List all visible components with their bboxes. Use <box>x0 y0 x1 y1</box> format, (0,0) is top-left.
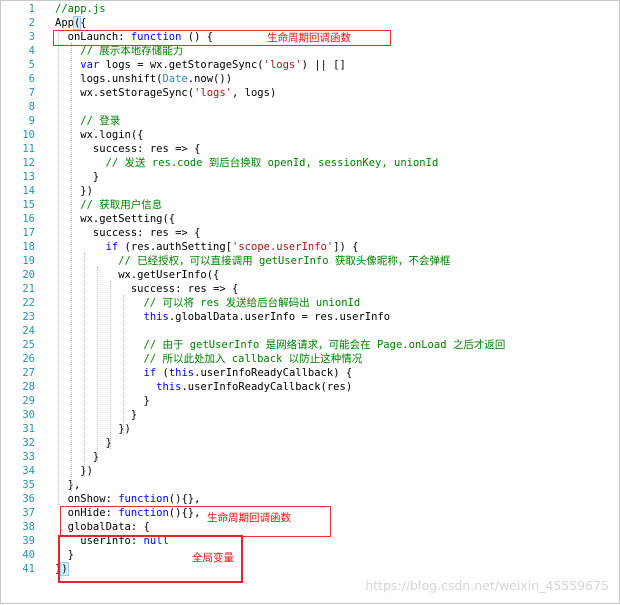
line-number: 38 <box>22 521 35 533</box>
watermark: https://blog.csdn.net/weixin_45559675 <box>365 578 609 593</box>
line-number: 6 <box>28 73 35 85</box>
code-line[interactable]: success: res => { <box>55 282 238 296</box>
code-line[interactable]: if (this.userInfoReadyCallback) { <box>55 366 353 380</box>
line-number: 23 <box>22 311 35 323</box>
line-number: 19 <box>22 255 35 267</box>
line-number: 18 <box>22 241 35 253</box>
code-line[interactable]: this.globalData.userInfo = res.userInfo <box>55 310 391 324</box>
line-number: 32 <box>22 437 35 449</box>
line-number: 29 <box>22 395 35 407</box>
line-number: 17 <box>22 227 35 239</box>
code-line[interactable]: wx.setStorageSync('logs', logs) <box>55 86 276 100</box>
line-number: 2 <box>28 17 35 29</box>
code-line[interactable]: wx.getUserInfo({ <box>55 268 219 282</box>
line-number: 36 <box>22 493 35 505</box>
code-line[interactable]: // 登录 <box>55 114 120 128</box>
line-number: 28 <box>22 381 35 393</box>
code-line[interactable]: success: res => { <box>55 142 200 156</box>
line-number: 39 <box>22 535 35 547</box>
line-number: 30 <box>22 409 35 421</box>
global-variable-annotation: 全局变量 <box>192 552 234 564</box>
code-line[interactable]: this.userInfoReadyCallback(res) <box>55 380 352 394</box>
line-number: 13 <box>22 171 35 183</box>
code-line[interactable]: //app.js <box>55 2 106 16</box>
code-line[interactable]: wx.getSetting({ <box>55 212 175 226</box>
line-number: 35 <box>22 479 35 491</box>
line-number: 21 <box>22 283 35 295</box>
line-number: 33 <box>22 451 35 463</box>
code-line[interactable]: // 发送 res.code 到后台换取 openId, sessionKey,… <box>55 156 439 170</box>
lifecycle-annotation: 生命周期回调函数 <box>267 32 351 44</box>
line-number: 12 <box>22 157 35 169</box>
line-number: 5 <box>28 59 35 71</box>
line-number: 26 <box>22 353 35 365</box>
line-number-gutter: 1 2 3 4 5 6 7 8 9 10 11 12 13 14 15 16 17 18 19 20 21 22 23 24 2… <box>1 1 45 605</box>
code-line[interactable]: // 所以此处加入 callback 以防止这种情况 <box>55 352 363 366</box>
indent-guide <box>97 267 98 463</box>
line-number: 3 <box>28 31 35 43</box>
code-line[interactable]: } <box>55 450 99 464</box>
line-number: 9 <box>28 115 35 127</box>
line-number: 37 <box>22 507 35 519</box>
code-line[interactable]: if (res.authSetting['scope.userInfo']) { <box>55 240 359 254</box>
code-line[interactable]: // 可以将 res 发送给后台解码出 unionId <box>55 296 361 310</box>
line-number: 22 <box>22 297 35 309</box>
code-line[interactable]: App({ <box>55 16 87 30</box>
code-line[interactable]: success: res => { <box>55 226 200 240</box>
line-number: 20 <box>22 269 35 281</box>
code-line[interactable]: // 展示本地存储能力 <box>55 44 183 58</box>
code-line[interactable]: wx.login({ <box>55 128 143 142</box>
line-number: 16 <box>22 213 35 225</box>
code-line[interactable]: // 已经授权，可以直接调用 getUserInfo 获取头像昵称，不会弹框 <box>55 254 450 268</box>
code-line[interactable]: }) <box>55 184 93 198</box>
line-number: 15 <box>22 199 35 211</box>
indent-guide <box>58 29 59 505</box>
line-number: 41 <box>22 563 35 575</box>
code-line[interactable]: var logs = wx.getStorageSync('logs') || … <box>55 58 346 72</box>
code-line[interactable]: } <box>55 394 150 408</box>
line-number: 24 <box>22 325 35 337</box>
line-number: 34 <box>22 465 35 477</box>
line-number: 7 <box>28 87 35 99</box>
line-number: 10 <box>22 129 35 141</box>
line-number: 14 <box>22 185 35 197</box>
code-line[interactable]: }) <box>55 422 131 436</box>
indent-guide <box>110 281 111 449</box>
line-number: 4 <box>28 45 35 57</box>
lifecycle-annotation: 生命周期回调函数 <box>207 512 291 524</box>
line-number: 27 <box>22 367 35 379</box>
indent-guide <box>84 253 85 477</box>
indent-guide <box>123 295 124 435</box>
line-number: 40 <box>22 549 35 561</box>
line-number: 1 <box>28 3 35 15</box>
indent-guide <box>71 43 72 491</box>
code-line[interactable]: logs.unshift(Date.now()) <box>55 72 232 86</box>
code-editor[interactable]: 1 2 3 4 5 6 7 8 9 10 11 12 13 14 15 16 17 18 19 20 21 22 23 24 2… <box>0 0 620 604</box>
line-number: 31 <box>22 423 35 435</box>
line-number: 8 <box>28 101 35 113</box>
code-line[interactable]: }) <box>55 464 93 478</box>
line-number: 11 <box>22 143 35 155</box>
code-line[interactable]: } <box>55 170 99 184</box>
line-number: 25 <box>22 339 35 351</box>
code-line[interactable]: onShow: function(){}, <box>55 492 201 506</box>
